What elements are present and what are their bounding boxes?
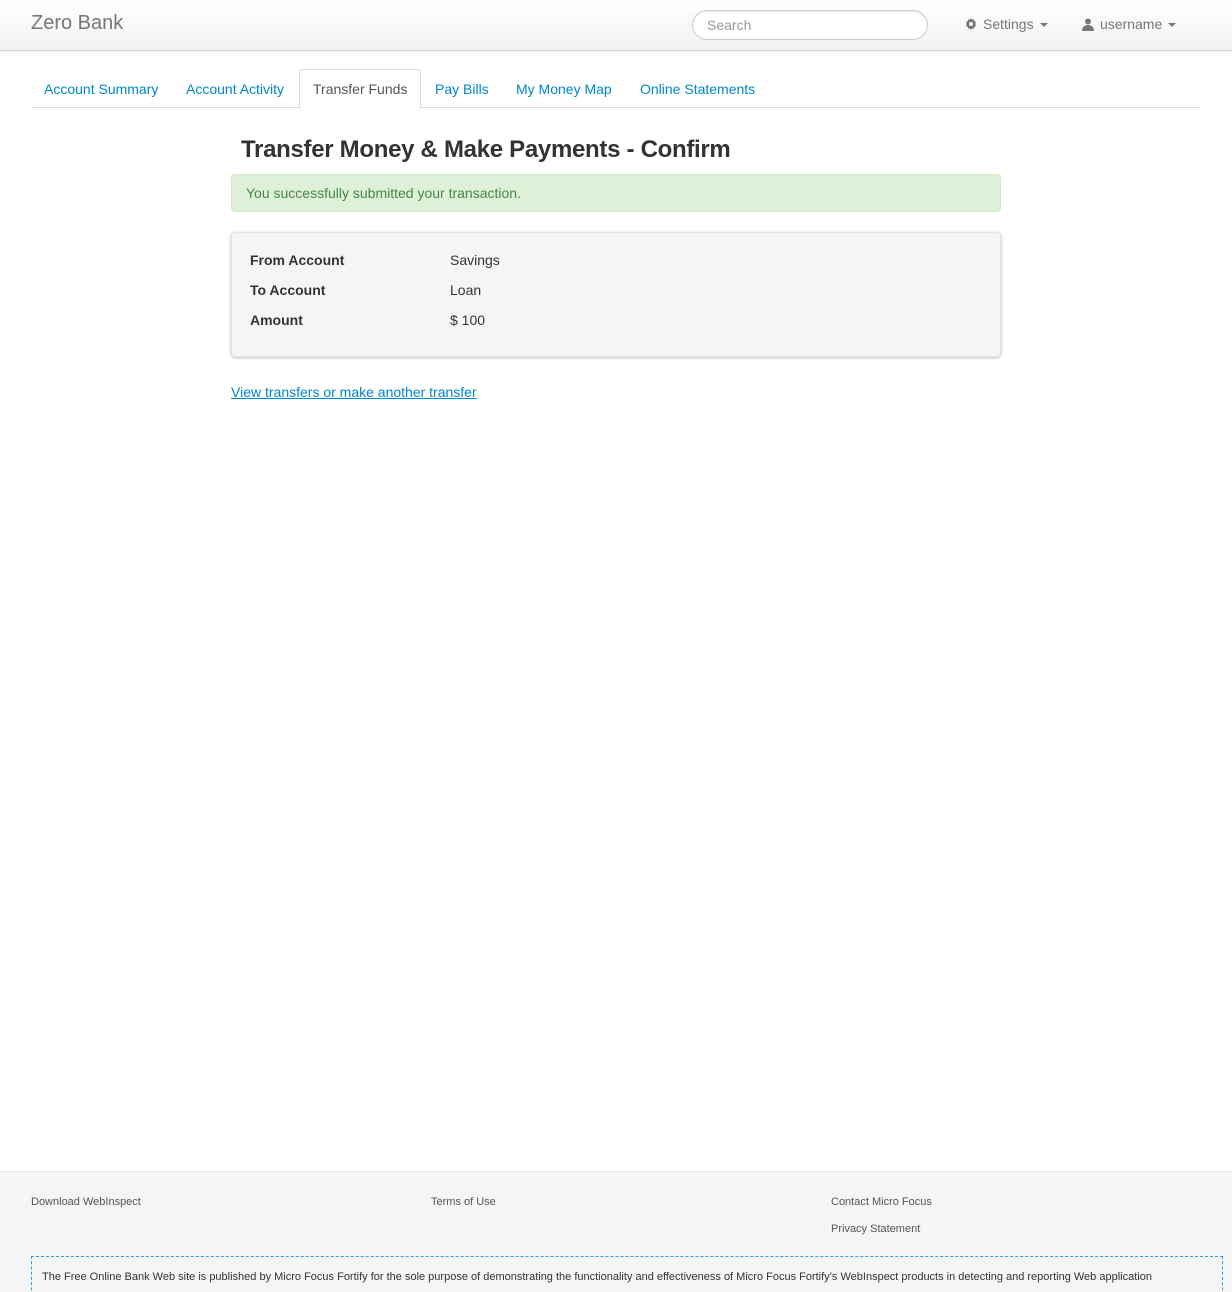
privacy-statement-link[interactable]: Privacy Statement <box>831 1223 920 1235</box>
contact-link[interactable]: Contact Micro Focus <box>831 1196 932 1208</box>
tab-transfer-funds[interactable]: Transfer Funds <box>299 69 422 109</box>
tab-online-statements[interactable]: Online Statements <box>627 69 768 108</box>
settings-label: Settings <box>983 16 1034 32</box>
success-alert: You successfully submitted your transact… <box>231 174 1001 212</box>
top-navbar: Zero Bank Settings username <box>0 0 1232 51</box>
terms-of-use-link[interactable]: Terms of Use <box>431 1196 496 1208</box>
tab-pay-bills[interactable]: Pay Bills <box>422 69 502 108</box>
brand-logo[interactable]: Zero Bank <box>31 12 123 35</box>
tab-account-activity[interactable]: Account Activity <box>173 69 297 108</box>
tab-account-summary[interactable]: Account Summary <box>31 69 171 108</box>
page-footer: Download WebInspect Terms of Use Contact… <box>0 1171 1232 1292</box>
page-title: Transfer Money & Make Payments - Confirm <box>241 136 731 163</box>
view-transfers-link[interactable]: View transfers or make another transfer <box>231 384 477 400</box>
caret-down-icon <box>1039 22 1048 27</box>
username-label: username <box>1100 16 1163 32</box>
detail-row-from-account: From Account Savings <box>250 252 950 272</box>
detail-value: Savings <box>450 252 500 268</box>
detail-label: To Account <box>250 282 326 298</box>
tab-my-money-map[interactable]: My Money Map <box>503 69 625 108</box>
download-webinspect-link[interactable]: Download WebInspect <box>31 1196 141 1208</box>
main-tabs: Account Summary Account Activity Transfe… <box>31 69 1201 109</box>
caret-down-icon <box>1168 22 1177 27</box>
detail-label: From Account <box>250 252 345 268</box>
detail-value: $ 100 <box>450 312 486 328</box>
detail-value: Loan <box>450 282 482 298</box>
user-icon <box>1082 18 1094 31</box>
search-input[interactable] <box>692 10 928 40</box>
confirmation-details: From Account Savings To Account Loan Amo… <box>231 232 1001 357</box>
detail-label: Amount <box>250 312 303 328</box>
settings-dropdown[interactable]: Settings <box>965 16 1048 32</box>
user-dropdown[interactable]: username <box>1082 16 1177 32</box>
detail-row-to-account: To Account Loan <box>250 282 950 302</box>
detail-row-amount: Amount $ 100 <box>250 312 950 332</box>
gear-icon <box>965 18 977 30</box>
disclaimer-text: The Free Online Bank Web site is publish… <box>31 1256 1223 1292</box>
